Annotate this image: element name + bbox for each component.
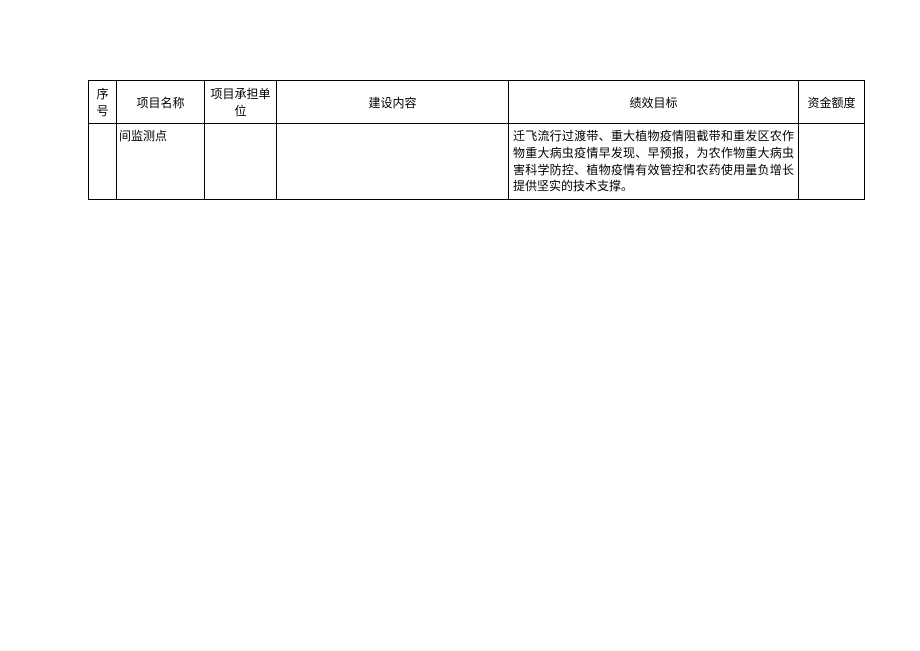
header-unit: 项目承担单位 [205,81,277,124]
header-goal: 绩效目标 [509,81,799,124]
header-name: 项目名称 [117,81,205,124]
cell-unit [205,124,277,200]
cell-goal: 迁飞流行过渡带、重大植物疫情阻截带和重发区农作物重大病虫疫情早发现、早预报，为农… [509,124,799,200]
header-seq: 序号 [89,81,117,124]
cell-content [277,124,509,200]
header-amount: 资金额度 [799,81,865,124]
data-table-container: 序号 项目名称 项目承担单位 建设内容 绩效目标 资金额度 间监测点 迁飞流行过… [88,80,864,200]
data-table: 序号 项目名称 项目承担单位 建设内容 绩效目标 资金额度 间监测点 迁飞流行过… [88,80,865,200]
table-header-row: 序号 项目名称 项目承担单位 建设内容 绩效目标 资金额度 [89,81,865,124]
cell-amount [799,124,865,200]
header-content: 建设内容 [277,81,509,124]
cell-name: 间监测点 [117,124,205,200]
cell-seq [89,124,117,200]
table-row: 间监测点 迁飞流行过渡带、重大植物疫情阻截带和重发区农作物重大病虫疫情早发现、早… [89,124,865,200]
